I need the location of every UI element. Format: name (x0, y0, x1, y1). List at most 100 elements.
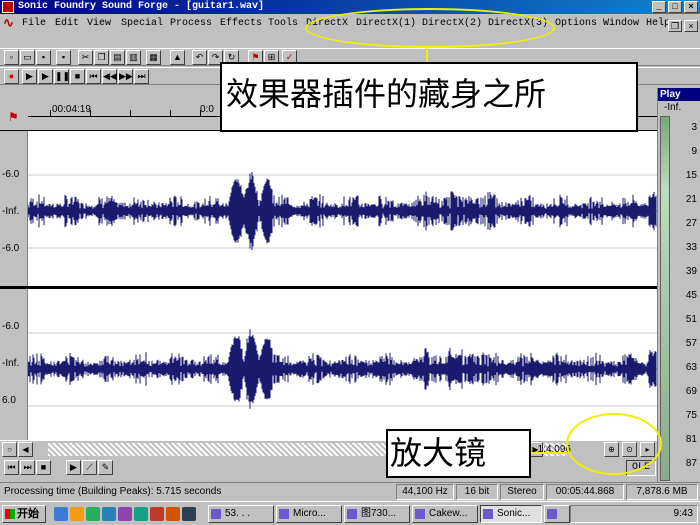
menu-help[interactable]: Help (646, 18, 670, 29)
open-icon[interactable]: ▭ (20, 50, 35, 65)
meter-tick: 9 (691, 146, 697, 157)
app-icon[interactable] (118, 507, 132, 521)
level-label: 6.0 (2, 395, 16, 406)
clock: 9:43 (673, 508, 693, 519)
meter-tick: 39 (685, 266, 697, 277)
envelope-icon[interactable]: ⟋ (82, 460, 97, 475)
right-channel[interactable] (28, 289, 657, 441)
mix-icon[interactable]: ▥ (126, 50, 141, 65)
desktop-icon[interactable] (54, 507, 68, 521)
vu-meter (660, 116, 670, 481)
pause-icon[interactable]: ❚❚ (54, 69, 70, 84)
highlight-ellipse-zoom (566, 413, 662, 475)
callout-effects-location: 效果器插件的藏身之所 (220, 62, 638, 132)
pencil-icon[interactable]: ✎ (98, 460, 113, 475)
left-channel[interactable] (28, 131, 657, 283)
undo-icon[interactable]: ↶ (192, 50, 207, 65)
sample-rate[interactable]: 44,100 Hz (396, 484, 454, 500)
paste-icon[interactable]: ▤ (110, 50, 125, 65)
minimize-button[interactable]: _ (652, 1, 666, 13)
media-icon[interactable] (86, 507, 100, 521)
bit-depth[interactable]: 16 bit (456, 484, 498, 500)
highlight-ellipse-menu (305, 8, 555, 48)
new-icon[interactable]: ▫ (4, 50, 19, 65)
cut-icon[interactable]: ✂ (78, 50, 93, 65)
go-end-icon[interactable]: ⏭ (20, 460, 35, 475)
app-icon (2, 1, 14, 13)
stop-icon[interactable]: ■ (36, 460, 51, 475)
menu-options[interactable]: Options (555, 18, 597, 29)
app-icon[interactable] (134, 507, 148, 521)
level-label: -Inf. (2, 358, 20, 369)
mdi-restore-button[interactable]: ❐ (668, 20, 682, 32)
forward-icon[interactable]: ▶▶ (118, 69, 133, 84)
channels[interactable]: Stereo (500, 484, 544, 500)
taskbar: 开始 53. . . Micro... 图730... Cakew... Son… (0, 501, 700, 525)
app-icon[interactable] (166, 507, 180, 521)
meter-tick: 3 (691, 122, 697, 133)
spectrum-icon[interactable]: ▲ (170, 50, 185, 65)
menu-process[interactable]: Process (170, 18, 212, 29)
level-label: -6.0 (2, 169, 20, 180)
outlook-icon[interactable] (102, 507, 116, 521)
task-button[interactable]: 53. . . (208, 505, 274, 523)
processing-status: Processing time (Building Peaks): 5.715 … (4, 486, 222, 497)
record-icon[interactable]: ● (4, 69, 19, 84)
stop-icon[interactable]: ■ (70, 69, 85, 84)
menu-effects[interactable]: Effects (220, 18, 262, 29)
save-icon[interactable]: ▪ (56, 50, 71, 65)
mdi-close-button[interactable]: × (684, 20, 698, 32)
file-length: 00:05:44.868 (546, 484, 624, 500)
menu-file[interactable]: File (22, 18, 46, 29)
close-button[interactable]: × (684, 1, 698, 13)
callout-connector (426, 47, 428, 63)
task-button[interactable]: Cakew... (412, 505, 478, 523)
play-icon[interactable]: ▶ (66, 460, 81, 475)
menu-edit[interactable]: Edit (55, 18, 79, 29)
meter-tick: 75 (685, 410, 697, 421)
play-all-icon[interactable]: ▶ (22, 69, 37, 84)
waveform-display[interactable]: -6.0 -Inf. -6.0 -6.0 -Inf. 6.0 (0, 130, 657, 441)
play-panel-title: Play (658, 88, 700, 101)
level-label: -6.0 (2, 243, 20, 254)
task-button[interactable] (544, 505, 570, 523)
window-title: Sonic Foundry Sound Forge - [guitar1.wav… (18, 1, 265, 12)
record-disk-icon[interactable]: ▪ (36, 50, 51, 65)
zoom-out-icon[interactable]: ○ (2, 442, 17, 457)
meter-tick: 45 (685, 290, 697, 301)
start-button[interactable]: 开始 (2, 505, 46, 523)
app-icon[interactable] (182, 507, 196, 521)
play-meter-panel: Play -Inf. 3 9 15 21 27 33 39 45 51 57 6… (657, 88, 700, 482)
go-start-icon[interactable]: ⏮ (4, 460, 19, 475)
callout-zoom: 放大镜 (386, 429, 531, 478)
menu-view[interactable]: View (87, 18, 111, 29)
maximize-button[interactable]: □ (668, 1, 682, 13)
browser-icon[interactable] (70, 507, 84, 521)
mdi-controls: ❐ × (668, 20, 698, 32)
marker-icon: ⚑ (8, 110, 19, 124)
menu-window[interactable]: Window (603, 18, 639, 29)
status-bar: Processing time (Building Peaks): 5.715 … (0, 482, 700, 500)
go-start-icon[interactable]: ⏮ (86, 69, 101, 84)
system-tray: 9:43 (570, 505, 698, 523)
rewind-icon[interactable]: ◀◀ (102, 69, 117, 84)
menu-special[interactable]: Special (121, 18, 163, 29)
horizontal-scrollbar[interactable]: ○ ◀ ▶ 1:4,096 ⊕ ⊙ ▸ (0, 440, 657, 457)
trim-icon[interactable]: ▦ (146, 50, 161, 65)
level-label: -Inf. (2, 206, 20, 217)
meter-tick: 81 (685, 434, 697, 445)
waveform-path (28, 329, 657, 409)
left-waveform (28, 172, 657, 250)
play-icon[interactable]: ▶ (38, 69, 53, 84)
time-label: 00:04:19 (52, 104, 91, 115)
menu-tools[interactable]: Tools (268, 18, 298, 29)
scroll-left-icon[interactable]: ◀ (18, 442, 33, 457)
copy-icon[interactable]: ❐ (94, 50, 109, 65)
go-end-icon[interactable]: ⏭ (134, 69, 149, 84)
task-button[interactable]: Micro... (276, 505, 342, 523)
callout-connector (531, 452, 567, 454)
task-button[interactable]: 图730... (344, 505, 410, 523)
app-icon[interactable] (150, 507, 164, 521)
meter-tick: 21 (685, 194, 697, 205)
task-button-active[interactable]: Sonic... (480, 505, 542, 523)
